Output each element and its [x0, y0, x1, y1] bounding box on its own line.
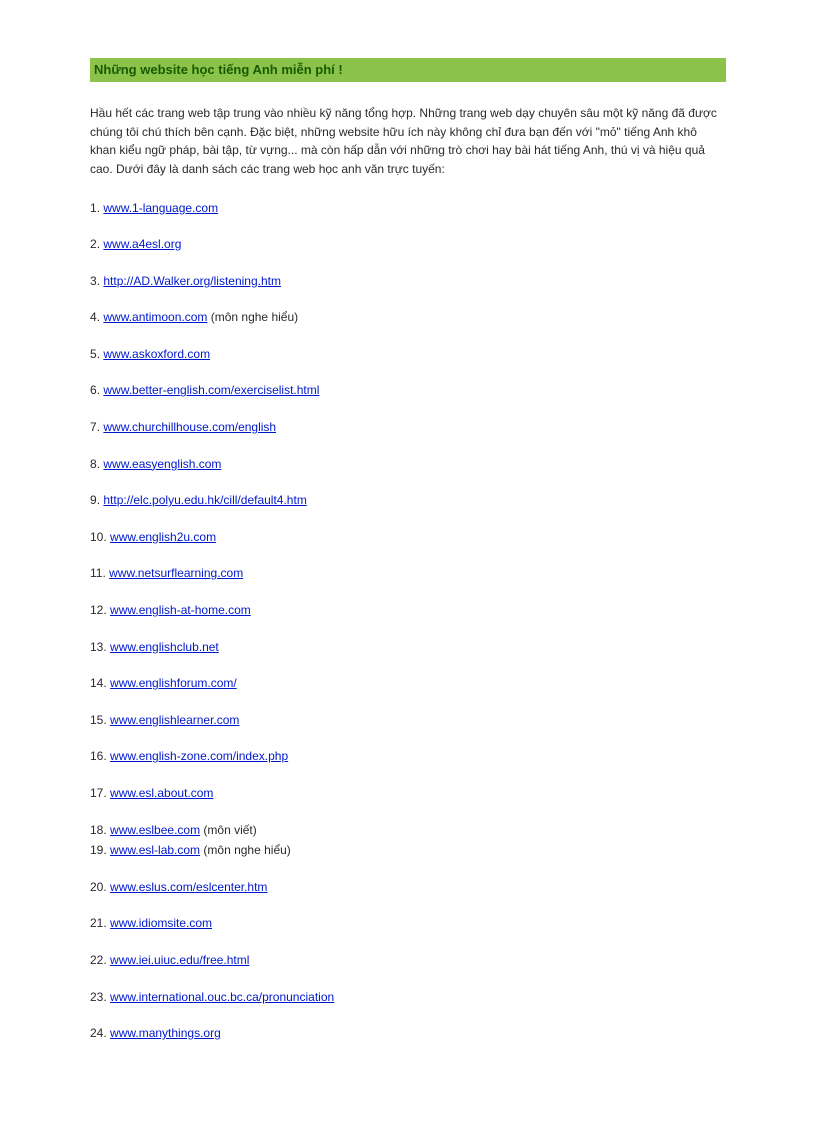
item-number: 19: [90, 843, 103, 857]
list-item: 17. www.esl.about.com: [90, 784, 726, 803]
website-link[interactable]: www.manythings.org: [110, 1026, 221, 1040]
website-link[interactable]: http://elc.polyu.edu.hk/cill/default4.ht…: [103, 493, 306, 507]
item-number: 5: [90, 347, 97, 361]
list-item: 15. www.englishlearner.com: [90, 711, 726, 730]
item-annotation: (môn nghe hiểu): [200, 843, 291, 857]
item-number: 18: [90, 823, 103, 837]
page-title: Những website học tiếng Anh miễn phí !: [94, 62, 343, 77]
list-item: 6. www.better-english.com/exerciselist.h…: [90, 381, 726, 400]
item-number: 22: [90, 953, 103, 967]
list-item: 12. www.english-at-home.com: [90, 601, 726, 620]
list-item: 20. www.eslus.com/eslcenter.htm: [90, 878, 726, 897]
website-link[interactable]: www.international.ouc.bc.ca/pronunciatio…: [110, 990, 334, 1004]
website-link[interactable]: www.esl.about.com: [110, 786, 213, 800]
website-link[interactable]: http://AD.Walker.org/listening.htm: [103, 274, 281, 288]
website-link[interactable]: www.englishlearner.com: [110, 713, 239, 727]
website-link[interactable]: www.englishforum.com/: [110, 676, 237, 690]
item-number: 17: [90, 786, 103, 800]
website-link[interactable]: www.antimoon.com: [103, 310, 207, 324]
list-item: 13. www.englishclub.net: [90, 638, 726, 657]
list-item: 8. www.easyenglish.com: [90, 455, 726, 474]
list-item: 2. www.a4esl.org: [90, 235, 726, 254]
item-number: 24: [90, 1026, 103, 1040]
list-item: 9. http://elc.polyu.edu.hk/cill/default4…: [90, 491, 726, 510]
item-number: 8: [90, 457, 97, 471]
website-link[interactable]: www.askoxford.com: [103, 347, 210, 361]
website-link[interactable]: www.englishclub.net: [110, 640, 219, 654]
list-item: 21. www.idiomsite.com: [90, 914, 726, 933]
website-link[interactable]: www.easyenglish.com: [103, 457, 221, 471]
website-link[interactable]: www.english-at-home.com: [110, 603, 251, 617]
item-number: 13: [90, 640, 103, 654]
website-link[interactable]: www.eslbee.com: [110, 823, 200, 837]
website-link[interactable]: www.idiomsite.com: [110, 916, 212, 930]
list-item: 19. www.esl-lab.com (môn nghe hiểu): [90, 841, 726, 860]
list-item: 1. www.1-language.com: [90, 199, 726, 218]
item-number: 9: [90, 493, 97, 507]
list-item: 10. www.english2u.com: [90, 528, 726, 547]
website-link[interactable]: www.eslus.com/eslcenter.htm: [110, 880, 267, 894]
list-item: 23. www.international.ouc.bc.ca/pronunci…: [90, 988, 726, 1007]
item-number: 14: [90, 676, 103, 690]
item-number: 21: [90, 916, 103, 930]
list-item: 7. www.churchillhouse.com/english: [90, 418, 726, 437]
list-item: 5. www.askoxford.com: [90, 345, 726, 364]
list-item: 3. http://AD.Walker.org/listening.htm: [90, 272, 726, 291]
website-link[interactable]: www.better-english.com/exerciselist.html: [103, 383, 319, 397]
website-link[interactable]: www.english2u.com: [110, 530, 216, 544]
website-link[interactable]: www.a4esl.org: [103, 237, 181, 251]
item-annotation: (môn viết): [200, 823, 257, 837]
website-link[interactable]: www.1-language.com: [103, 201, 218, 215]
list-item: 22. www.iei.uiuc.edu/free.html: [90, 951, 726, 970]
item-number: 4: [90, 310, 97, 324]
item-number: 2: [90, 237, 97, 251]
website-link[interactable]: www.english-zone.com/index.php: [110, 749, 288, 763]
item-number: 11: [90, 566, 102, 580]
list-item: 16. www.english-zone.com/index.php: [90, 747, 726, 766]
item-number: 16: [90, 749, 103, 763]
website-list: 1. www.1-language.com 2. www.a4esl.org 3…: [90, 199, 726, 1043]
item-number: 1: [90, 201, 97, 215]
website-link[interactable]: www.netsurflearning.com: [109, 566, 243, 580]
list-item: 24. www.manythings.org: [90, 1024, 726, 1043]
item-number: 15: [90, 713, 103, 727]
list-item: 18. www.eslbee.com (môn viết): [90, 821, 726, 840]
list-item: 11. www.netsurflearning.com: [90, 564, 726, 583]
item-number: 3: [90, 274, 97, 288]
website-link[interactable]: www.esl-lab.com: [110, 843, 200, 857]
item-number: 20: [90, 880, 103, 894]
list-item: 14. www.englishforum.com/: [90, 674, 726, 693]
item-number: 23: [90, 990, 103, 1004]
item-number: 7: [90, 420, 97, 434]
item-number: 12: [90, 603, 103, 617]
intro-paragraph: Hầu hết các trang web tập trung vào nhiề…: [90, 104, 726, 178]
item-annotation: (môn nghe hiểu): [207, 310, 298, 324]
item-number: 10: [90, 530, 103, 544]
title-bar: Những website học tiếng Anh miễn phí !: [90, 58, 726, 82]
list-item: 4. www.antimoon.com (môn nghe hiểu): [90, 308, 726, 327]
item-number: 6: [90, 383, 97, 397]
website-link[interactable]: www.iei.uiuc.edu/free.html: [110, 953, 249, 967]
website-link[interactable]: www.churchillhouse.com/english: [103, 420, 276, 434]
